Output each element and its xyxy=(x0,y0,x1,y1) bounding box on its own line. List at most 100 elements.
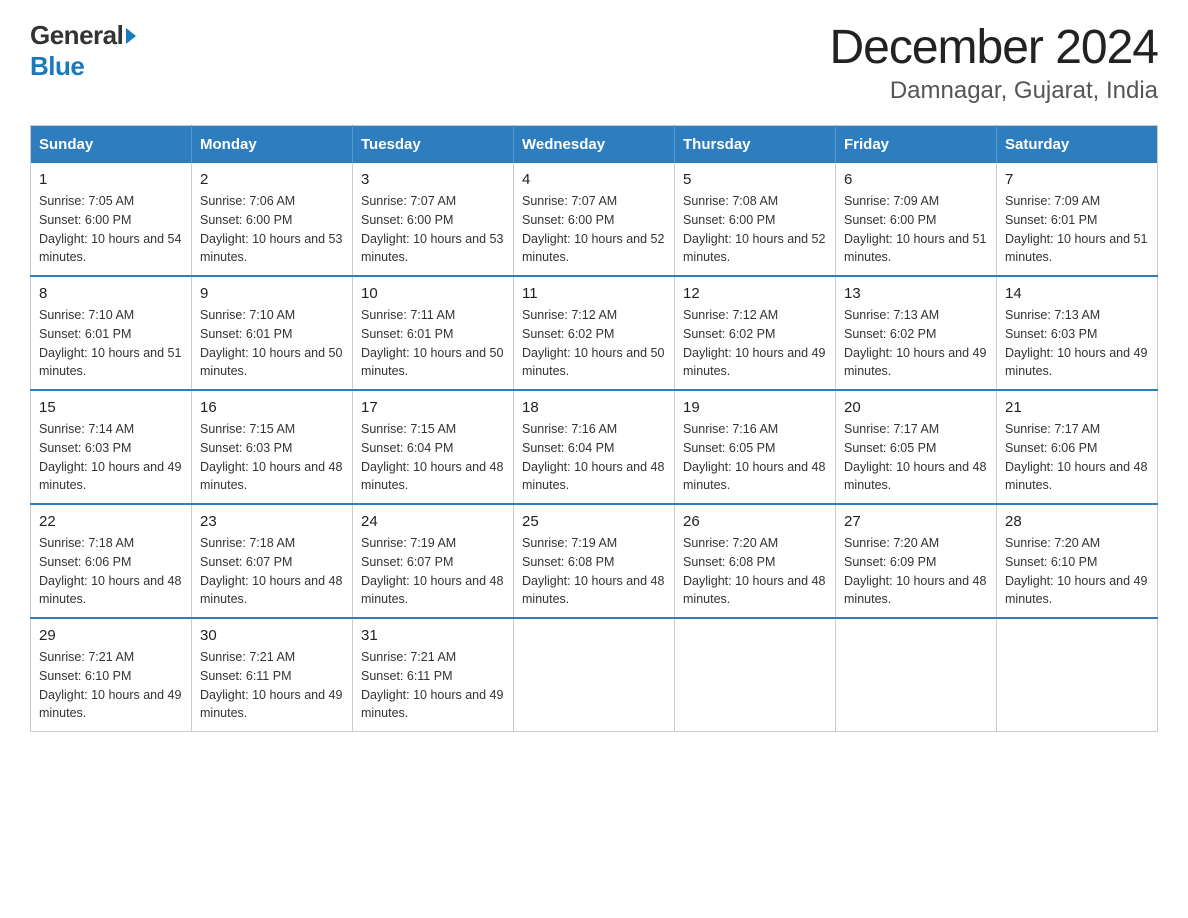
day-number: 25 xyxy=(522,513,666,530)
day-info: Sunrise: 7:09 AMSunset: 6:01 PMDaylight:… xyxy=(1005,192,1149,267)
calendar-cell: 23 Sunrise: 7:18 AMSunset: 6:07 PMDaylig… xyxy=(192,504,353,618)
day-info: Sunrise: 7:21 AMSunset: 6:10 PMDaylight:… xyxy=(39,648,183,723)
day-number: 31 xyxy=(361,627,505,644)
day-number: 1 xyxy=(39,171,183,188)
calendar-cell: 18 Sunrise: 7:16 AMSunset: 6:04 PMDaylig… xyxy=(514,390,675,504)
day-number: 2 xyxy=(200,171,344,188)
calendar-cell: 1 Sunrise: 7:05 AMSunset: 6:00 PMDayligh… xyxy=(31,163,192,276)
header-day-sunday: Sunday xyxy=(31,126,192,164)
calendar-cell xyxy=(514,618,675,732)
day-number: 18 xyxy=(522,399,666,416)
calendar-cell: 6 Sunrise: 7:09 AMSunset: 6:00 PMDayligh… xyxy=(836,163,997,276)
day-info: Sunrise: 7:16 AMSunset: 6:05 PMDaylight:… xyxy=(683,420,827,495)
day-number: 10 xyxy=(361,285,505,302)
calendar-cell: 2 Sunrise: 7:06 AMSunset: 6:00 PMDayligh… xyxy=(192,163,353,276)
day-number: 22 xyxy=(39,513,183,530)
calendar-cell: 20 Sunrise: 7:17 AMSunset: 6:05 PMDaylig… xyxy=(836,390,997,504)
day-number: 23 xyxy=(200,513,344,530)
day-info: Sunrise: 7:06 AMSunset: 6:00 PMDaylight:… xyxy=(200,192,344,267)
logo-arrow-icon xyxy=(126,28,136,44)
calendar-title: December 2024 xyxy=(829,20,1158,75)
day-number: 16 xyxy=(200,399,344,416)
calendar-week-row: 22 Sunrise: 7:18 AMSunset: 6:06 PMDaylig… xyxy=(31,504,1158,618)
calendar-header-row: SundayMondayTuesdayWednesdayThursdayFrid… xyxy=(31,126,1158,164)
day-number: 15 xyxy=(39,399,183,416)
calendar-cell: 12 Sunrise: 7:12 AMSunset: 6:02 PMDaylig… xyxy=(675,276,836,390)
day-info: Sunrise: 7:17 AMSunset: 6:06 PMDaylight:… xyxy=(1005,420,1149,495)
day-number: 21 xyxy=(1005,399,1149,416)
header-day-saturday: Saturday xyxy=(997,126,1158,164)
calendar-cell: 27 Sunrise: 7:20 AMSunset: 6:09 PMDaylig… xyxy=(836,504,997,618)
day-info: Sunrise: 7:07 AMSunset: 6:00 PMDaylight:… xyxy=(522,192,666,267)
logo-general-text: General xyxy=(30,20,123,51)
day-number: 8 xyxy=(39,285,183,302)
day-number: 27 xyxy=(844,513,988,530)
header-day-tuesday: Tuesday xyxy=(353,126,514,164)
calendar-cell xyxy=(675,618,836,732)
calendar-cell: 26 Sunrise: 7:20 AMSunset: 6:08 PMDaylig… xyxy=(675,504,836,618)
day-info: Sunrise: 7:17 AMSunset: 6:05 PMDaylight:… xyxy=(844,420,988,495)
day-info: Sunrise: 7:13 AMSunset: 6:03 PMDaylight:… xyxy=(1005,306,1149,381)
header-day-friday: Friday xyxy=(836,126,997,164)
calendar-cell: 28 Sunrise: 7:20 AMSunset: 6:10 PMDaylig… xyxy=(997,504,1158,618)
day-number: 6 xyxy=(844,171,988,188)
day-number: 11 xyxy=(522,285,666,302)
calendar-week-row: 8 Sunrise: 7:10 AMSunset: 6:01 PMDayligh… xyxy=(31,276,1158,390)
title-area: December 2024 Damnagar, Gujarat, India xyxy=(829,20,1158,105)
calendar-cell: 25 Sunrise: 7:19 AMSunset: 6:08 PMDaylig… xyxy=(514,504,675,618)
calendar-cell: 10 Sunrise: 7:11 AMSunset: 6:01 PMDaylig… xyxy=(353,276,514,390)
calendar-cell: 16 Sunrise: 7:15 AMSunset: 6:03 PMDaylig… xyxy=(192,390,353,504)
header-day-thursday: Thursday xyxy=(675,126,836,164)
calendar-cell: 11 Sunrise: 7:12 AMSunset: 6:02 PMDaylig… xyxy=(514,276,675,390)
day-info: Sunrise: 7:10 AMSunset: 6:01 PMDaylight:… xyxy=(39,306,183,381)
day-info: Sunrise: 7:21 AMSunset: 6:11 PMDaylight:… xyxy=(200,648,344,723)
calendar-cell: 14 Sunrise: 7:13 AMSunset: 6:03 PMDaylig… xyxy=(997,276,1158,390)
day-number: 20 xyxy=(844,399,988,416)
calendar-cell: 22 Sunrise: 7:18 AMSunset: 6:06 PMDaylig… xyxy=(31,504,192,618)
calendar-week-row: 29 Sunrise: 7:21 AMSunset: 6:10 PMDaylig… xyxy=(31,618,1158,732)
calendar-cell: 15 Sunrise: 7:14 AMSunset: 6:03 PMDaylig… xyxy=(31,390,192,504)
calendar-cell: 17 Sunrise: 7:15 AMSunset: 6:04 PMDaylig… xyxy=(353,390,514,504)
day-info: Sunrise: 7:14 AMSunset: 6:03 PMDaylight:… xyxy=(39,420,183,495)
day-info: Sunrise: 7:10 AMSunset: 6:01 PMDaylight:… xyxy=(200,306,344,381)
day-info: Sunrise: 7:20 AMSunset: 6:10 PMDaylight:… xyxy=(1005,534,1149,609)
day-number: 4 xyxy=(522,171,666,188)
day-number: 13 xyxy=(844,285,988,302)
calendar-cell: 3 Sunrise: 7:07 AMSunset: 6:00 PMDayligh… xyxy=(353,163,514,276)
day-number: 28 xyxy=(1005,513,1149,530)
header-day-monday: Monday xyxy=(192,126,353,164)
calendar-cell: 21 Sunrise: 7:17 AMSunset: 6:06 PMDaylig… xyxy=(997,390,1158,504)
day-info: Sunrise: 7:15 AMSunset: 6:03 PMDaylight:… xyxy=(200,420,344,495)
calendar-cell: 8 Sunrise: 7:10 AMSunset: 6:01 PMDayligh… xyxy=(31,276,192,390)
day-number: 5 xyxy=(683,171,827,188)
logo: General Blue xyxy=(30,20,136,82)
day-info: Sunrise: 7:20 AMSunset: 6:08 PMDaylight:… xyxy=(683,534,827,609)
calendar-cell: 29 Sunrise: 7:21 AMSunset: 6:10 PMDaylig… xyxy=(31,618,192,732)
day-info: Sunrise: 7:15 AMSunset: 6:04 PMDaylight:… xyxy=(361,420,505,495)
header-day-wednesday: Wednesday xyxy=(514,126,675,164)
day-number: 24 xyxy=(361,513,505,530)
calendar-cell: 7 Sunrise: 7:09 AMSunset: 6:01 PMDayligh… xyxy=(997,163,1158,276)
day-number: 29 xyxy=(39,627,183,644)
calendar-week-row: 15 Sunrise: 7:14 AMSunset: 6:03 PMDaylig… xyxy=(31,390,1158,504)
day-number: 30 xyxy=(200,627,344,644)
day-info: Sunrise: 7:16 AMSunset: 6:04 PMDaylight:… xyxy=(522,420,666,495)
calendar-cell: 19 Sunrise: 7:16 AMSunset: 6:05 PMDaylig… xyxy=(675,390,836,504)
calendar-cell xyxy=(836,618,997,732)
header: General Blue December 2024 Damnagar, Guj… xyxy=(30,20,1158,105)
day-info: Sunrise: 7:19 AMSunset: 6:08 PMDaylight:… xyxy=(522,534,666,609)
day-info: Sunrise: 7:20 AMSunset: 6:09 PMDaylight:… xyxy=(844,534,988,609)
day-info: Sunrise: 7:11 AMSunset: 6:01 PMDaylight:… xyxy=(361,306,505,381)
day-number: 26 xyxy=(683,513,827,530)
day-info: Sunrise: 7:12 AMSunset: 6:02 PMDaylight:… xyxy=(522,306,666,381)
calendar-cell: 31 Sunrise: 7:21 AMSunset: 6:11 PMDaylig… xyxy=(353,618,514,732)
calendar-cell: 30 Sunrise: 7:21 AMSunset: 6:11 PMDaylig… xyxy=(192,618,353,732)
calendar-table: SundayMondayTuesdayWednesdayThursdayFrid… xyxy=(30,125,1158,732)
day-number: 7 xyxy=(1005,171,1149,188)
day-info: Sunrise: 7:13 AMSunset: 6:02 PMDaylight:… xyxy=(844,306,988,381)
logo-blue-text: Blue xyxy=(30,51,84,82)
calendar-cell xyxy=(997,618,1158,732)
day-info: Sunrise: 7:18 AMSunset: 6:07 PMDaylight:… xyxy=(200,534,344,609)
calendar-cell: 13 Sunrise: 7:13 AMSunset: 6:02 PMDaylig… xyxy=(836,276,997,390)
day-number: 14 xyxy=(1005,285,1149,302)
